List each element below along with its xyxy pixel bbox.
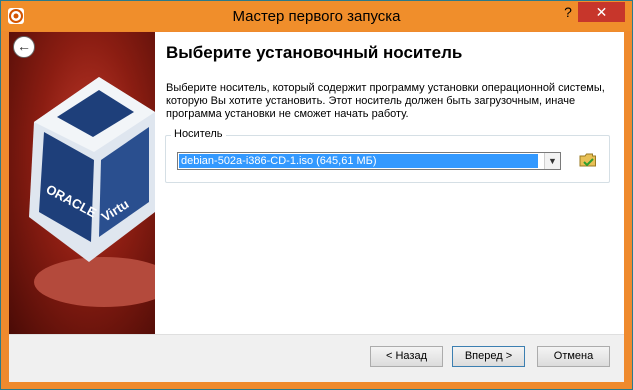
next-button[interactable]: Вперед >	[452, 346, 525, 367]
media-groupbox: Носитель debian-502a-i386-CD-1.iso (645,…	[165, 128, 610, 183]
media-select-value: debian-502a-i386-CD-1.iso (645,61 МБ)	[179, 154, 538, 168]
back-arrow-icon[interactable]: ←	[13, 36, 35, 58]
media-group-label: Носитель	[171, 128, 226, 140]
back-button[interactable]: < Назад	[370, 346, 443, 367]
page-description: Выберите носитель, который содержит прог…	[166, 82, 605, 120]
dropdown-arrow-icon[interactable]: ▼	[544, 153, 560, 169]
footer-separator	[9, 334, 624, 335]
title-bar[interactable]: Мастер первого запуска ? ✕	[1, 1, 632, 31]
virtualbox-side-image: ORACLE Virtu ←	[9, 32, 155, 334]
media-select[interactable]: debian-502a-i386-CD-1.iso (645,61 МБ) ▼	[177, 152, 561, 170]
window-title: Мастер первого запуска	[232, 8, 401, 25]
wizard-client-area: ORACLE Virtu ← Выберите установочный нос…	[9, 32, 624, 382]
wizard-page: Выберите установочный носитель Выберите …	[155, 32, 624, 334]
page-title: Выберите установочный носитель	[166, 43, 463, 62]
cancel-button[interactable]: Отмена	[537, 346, 610, 367]
wizard-window: Мастер первого запуска ? ✕ ORACLE Virtu …	[0, 0, 633, 390]
close-button[interactable]: ✕	[578, 2, 625, 22]
choose-file-folder-button[interactable]	[579, 151, 597, 169]
folder-icon	[579, 153, 596, 167]
help-button[interactable]: ?	[558, 2, 578, 22]
